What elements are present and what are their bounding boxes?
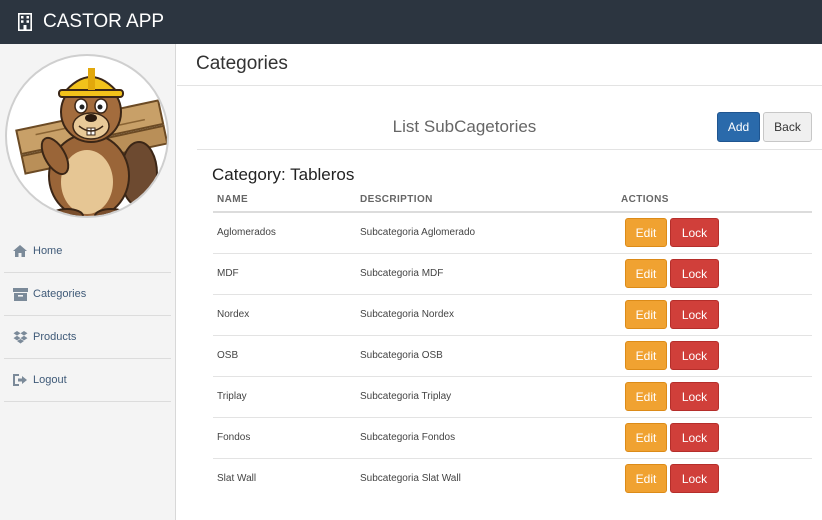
cell-name: Nordex [213, 294, 356, 336]
lock-button[interactable]: Lock [670, 464, 719, 494]
page-title: Categories [196, 53, 288, 74]
lock-button[interactable]: Lock [670, 218, 719, 248]
edit-button[interactable]: Edit [625, 218, 667, 248]
table-row: Aglomerados Subcategoria Aglomerado Edit… [213, 212, 812, 254]
edit-button[interactable]: Edit [625, 423, 667, 452]
sidebar: Home Categories Products Logout [0, 44, 176, 520]
sidebar-item-label: Logout [33, 374, 67, 386]
back-button[interactable]: Back [763, 112, 812, 142]
add-button[interactable]: Add [717, 112, 760, 142]
page-header: Categories [177, 44, 822, 86]
archive-box-icon [12, 287, 28, 301]
cell-description: Subcategoria Aglomerado [356, 212, 617, 254]
sign-out-icon [12, 373, 28, 387]
cell-description: Subcategoria OSB [356, 335, 617, 377]
beaver-mascot-image [15, 68, 167, 216]
lock-button[interactable]: Lock [670, 259, 719, 288]
sidebar-item-label: Products [33, 331, 77, 343]
column-header-name: NAME [213, 187, 356, 213]
column-header-description: DESCRIPTION [356, 187, 617, 213]
table-row: Fondos Subcategoria Fondos Edit Lock [213, 417, 812, 459]
cell-actions: Edit Lock [617, 417, 812, 459]
table-row: Slat Wall Subcategoria Slat Wall Edit Lo… [213, 458, 812, 499]
cell-name: OSB [213, 335, 356, 377]
table-row: MDF Subcategoria MDF Edit Lock [213, 253, 812, 295]
cell-name: Triplay [213, 376, 356, 418]
cell-description: Subcategoria Slat Wall [360, 473, 461, 485]
app-title: CASTOR APP [43, 11, 165, 32]
sidebar-item-logout[interactable]: Logout [4, 359, 171, 402]
edit-button[interactable]: Edit [625, 259, 667, 288]
edit-button[interactable]: Edit [625, 464, 667, 494]
sidebar-item-categories[interactable]: Categories [4, 273, 171, 316]
table-row: Triplay Subcategoria Triplay Edit Lock [213, 376, 812, 418]
table-row: OSB Subcategoria OSB Edit Lock [213, 335, 812, 377]
cell-name: Slat Wall [217, 473, 257, 485]
cell-description: Subcategoria Nordex [356, 294, 617, 336]
cell-description: Subcategoria Fondos [356, 417, 617, 459]
lock-button[interactable]: Lock [670, 300, 719, 329]
lock-button[interactable]: Lock [670, 341, 719, 370]
sidebar-item-products[interactable]: Products [4, 316, 171, 359]
app-brand[interactable]: CASTOR APP [18, 9, 164, 35]
dropbox-icon [12, 330, 28, 344]
sidebar-item-label: Categories [33, 288, 87, 300]
sidebar-nav: Home Categories Products Logout [4, 230, 171, 402]
cell-description: Subcategoria Triplay [356, 376, 617, 418]
cell-actions: Edit Lock [617, 458, 812, 499]
edit-button[interactable]: Edit [625, 382, 667, 411]
edit-button[interactable]: Edit [625, 300, 667, 329]
top-navbar: CASTOR APP [0, 0, 822, 44]
cell-name: MDF [213, 253, 356, 295]
edit-button[interactable]: Edit [625, 341, 667, 370]
cell-actions: Edit Lock [617, 294, 812, 336]
lock-button[interactable]: Lock [670, 423, 719, 452]
cell-actions: Edit Lock [617, 253, 812, 295]
main-content: Categories List SubCagetories Add Back C… [177, 44, 822, 520]
avatar [5, 54, 169, 218]
building-icon [18, 13, 32, 31]
home-icon [12, 244, 28, 258]
column-header-actions: ACTIONS [617, 187, 812, 213]
cell-name: Fondos [213, 417, 356, 459]
subcategories-table: NAME DESCRIPTION ACTIONS Aglomerados Sub… [213, 187, 812, 499]
list-header: List SubCagetories Add Back [197, 106, 822, 150]
cell-actions: Edit Lock [617, 335, 812, 377]
cell-name: Aglomerados [213, 212, 356, 254]
list-title: List SubCagetories [392, 117, 537, 136]
lock-button[interactable]: Lock [670, 382, 719, 411]
cell-description: Subcategoria MDF [356, 253, 617, 295]
category-title: Category: Tableros [212, 165, 355, 184]
table-row: Nordex Subcategoria Nordex Edit Lock [213, 294, 812, 336]
cell-actions: Edit Lock [617, 212, 812, 254]
sidebar-item-label: Home [33, 245, 63, 257]
sidebar-item-home[interactable]: Home [4, 230, 171, 273]
table-header-row: NAME DESCRIPTION ACTIONS [213, 187, 812, 213]
cell-actions: Edit Lock [617, 376, 812, 418]
